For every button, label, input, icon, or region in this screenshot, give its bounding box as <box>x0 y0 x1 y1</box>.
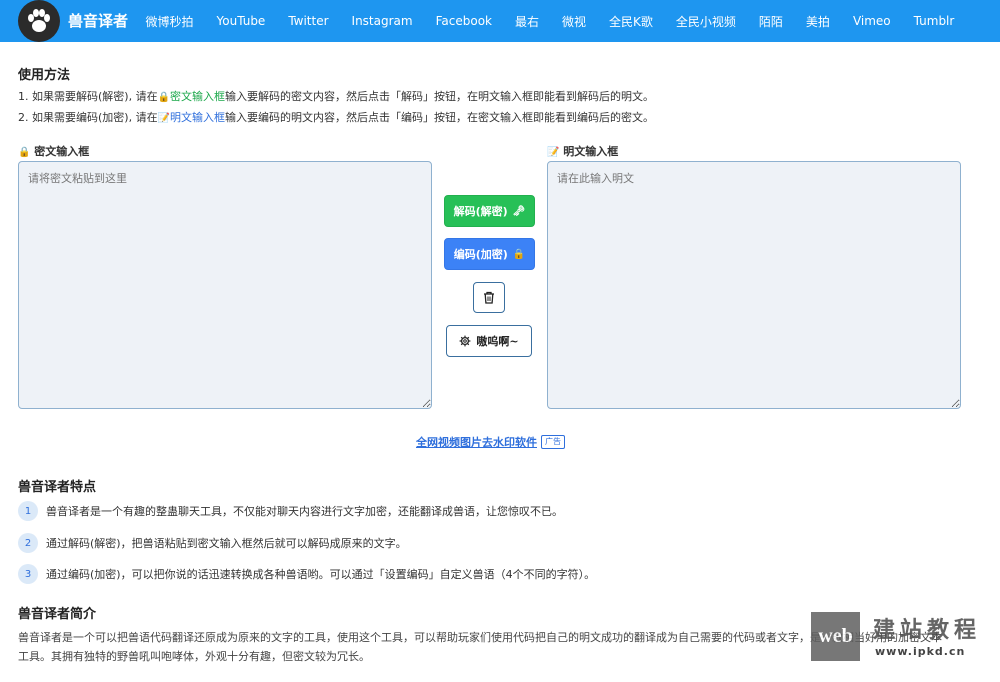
settings-button[interactable]: 嗷呜啊~ <box>446 325 532 357</box>
watermark-url: www.ipkd.cn <box>875 645 966 658</box>
paw-logo[interactable] <box>18 0 60 42</box>
watermark-title: 建站教程 <box>873 618 982 643</box>
nav-link-twitter[interactable]: Twitter <box>277 14 340 28</box>
nav-link-quanmin-video[interactable]: 全民小视频 <box>664 13 747 30</box>
nav-links: 微博秒拍 YouTube Twitter Instagram Facebook … <box>134 0 966 42</box>
features-title: 兽音译者特点 <box>18 480 97 495</box>
top-nav: 兽音译者 微博秒拍 YouTube Twitter Instagram Face… <box>0 0 1000 42</box>
intro-text: 兽音译者是一个可以把兽语代码翻译还原成为原来的文字的工具，使用这个工具，可以帮助… <box>18 631 942 663</box>
feature-item: 通过编码(加密)，可以把你说的话迅速转换成各种兽语哟。可以通过「设置编码」自定义… <box>46 568 596 581</box>
cipher-label-text: 密文输入框 <box>34 145 90 158</box>
cipher-input[interactable] <box>18 161 432 409</box>
settings-button-label: 嗷呜啊~ <box>476 335 519 348</box>
ad-badge: 广告 <box>541 435 565 449</box>
usage-line-1-pre: 1. 如果需要解码(解密), 请在 <box>18 90 158 103</box>
lock-icon: 🔒 <box>157 92 171 103</box>
lock-icon: 🔒 <box>512 248 526 260</box>
nav-link-weishi[interactable]: 微视 <box>551 13 598 30</box>
intro-title: 兽音译者简介 <box>18 607 97 622</box>
nav-link-vimeo[interactable]: Vimeo <box>841 14 902 28</box>
usage-line-2: 2. 如果需要编码(加密), 请在📝明文输入框输入要编码的明文内容，然后点击「编… <box>18 109 654 125</box>
feature-number-1: 1 <box>18 501 38 521</box>
feature-number-3: 3 <box>18 564 38 584</box>
nav-link-kge[interactable]: 全民K歌 <box>598 13 665 30</box>
usage-line-2-pre: 2. 如果需要编码(加密), 请在 <box>18 111 158 124</box>
nav-link-zuiyou[interactable]: 最右 <box>503 13 550 30</box>
decode-button-label: 解码(解密) <box>453 205 508 218</box>
nav-link-facebook[interactable]: Facebook <box>424 14 503 28</box>
gear-icon <box>459 335 471 347</box>
nav-link-tumblr[interactable]: Tumblr <box>902 14 966 28</box>
brand-title[interactable]: 兽音译者 <box>68 10 128 31</box>
usage-line-1-post: 输入要解码的密文内容，然后点击「解码」按钮，在明文输入框即能看到解码后的明文。 <box>225 90 655 103</box>
lock-icon: 🔒 <box>18 147 31 158</box>
usage-line-1: 1. 如果需要解码(解密), 请在🔒密文输入框输入要解码的密文内容，然后点击「解… <box>18 88 654 104</box>
nav-link-instagram[interactable]: Instagram <box>340 14 424 28</box>
nav-link-youtube[interactable]: YouTube <box>205 14 277 28</box>
trash-icon <box>484 291 494 304</box>
feature-item: 兽音译者是一个有趣的整蛊聊天工具，不仅能对聊天内容进行文字加密，还能翻译成兽语，… <box>46 505 563 518</box>
watermark-logo: web <box>811 612 860 661</box>
plain-box-ref: 明文输入框 <box>170 111 226 124</box>
encode-button[interactable]: 编码(加密) 🔒 <box>444 238 535 270</box>
usage-line-2-post: 输入要编码的明文内容，然后点击「编码」按钮，在密文输入框即能看到编码后的密文。 <box>225 111 655 124</box>
feature-item: 通过解码(解密)，把兽语粘贴到密文输入框然后就可以解码成原来的文字。 <box>46 537 407 550</box>
nav-link-weibo[interactable]: 微博秒拍 <box>134 13 205 30</box>
plain-label: 📝 明文输入框 <box>547 143 618 159</box>
plain-input[interactable] <box>547 161 961 409</box>
nav-link-momo[interactable]: 陌陌 <box>747 13 794 30</box>
usage-title: 使用方法 <box>18 68 71 83</box>
paw-icon <box>28 9 50 32</box>
plain-label-text: 明文输入框 <box>563 145 619 158</box>
cipher-box-ref: 密文输入框 <box>170 90 226 103</box>
memo-icon: 📝 <box>547 147 560 158</box>
ad-link[interactable]: 全网视频图片去水印软件 <box>416 434 537 450</box>
encode-button-label: 编码(加密) <box>453 248 508 261</box>
clear-button[interactable] <box>473 282 505 313</box>
memo-icon: 📝 <box>157 113 171 124</box>
decode-button[interactable]: 解码(解密) 🗝 <box>444 195 535 227</box>
nav-link-meipai[interactable]: 美拍 <box>794 13 841 30</box>
key-icon: 🗝 <box>512 205 526 217</box>
feature-number-2: 2 <box>18 533 38 553</box>
cipher-label: 🔒 密文输入框 <box>18 143 89 159</box>
